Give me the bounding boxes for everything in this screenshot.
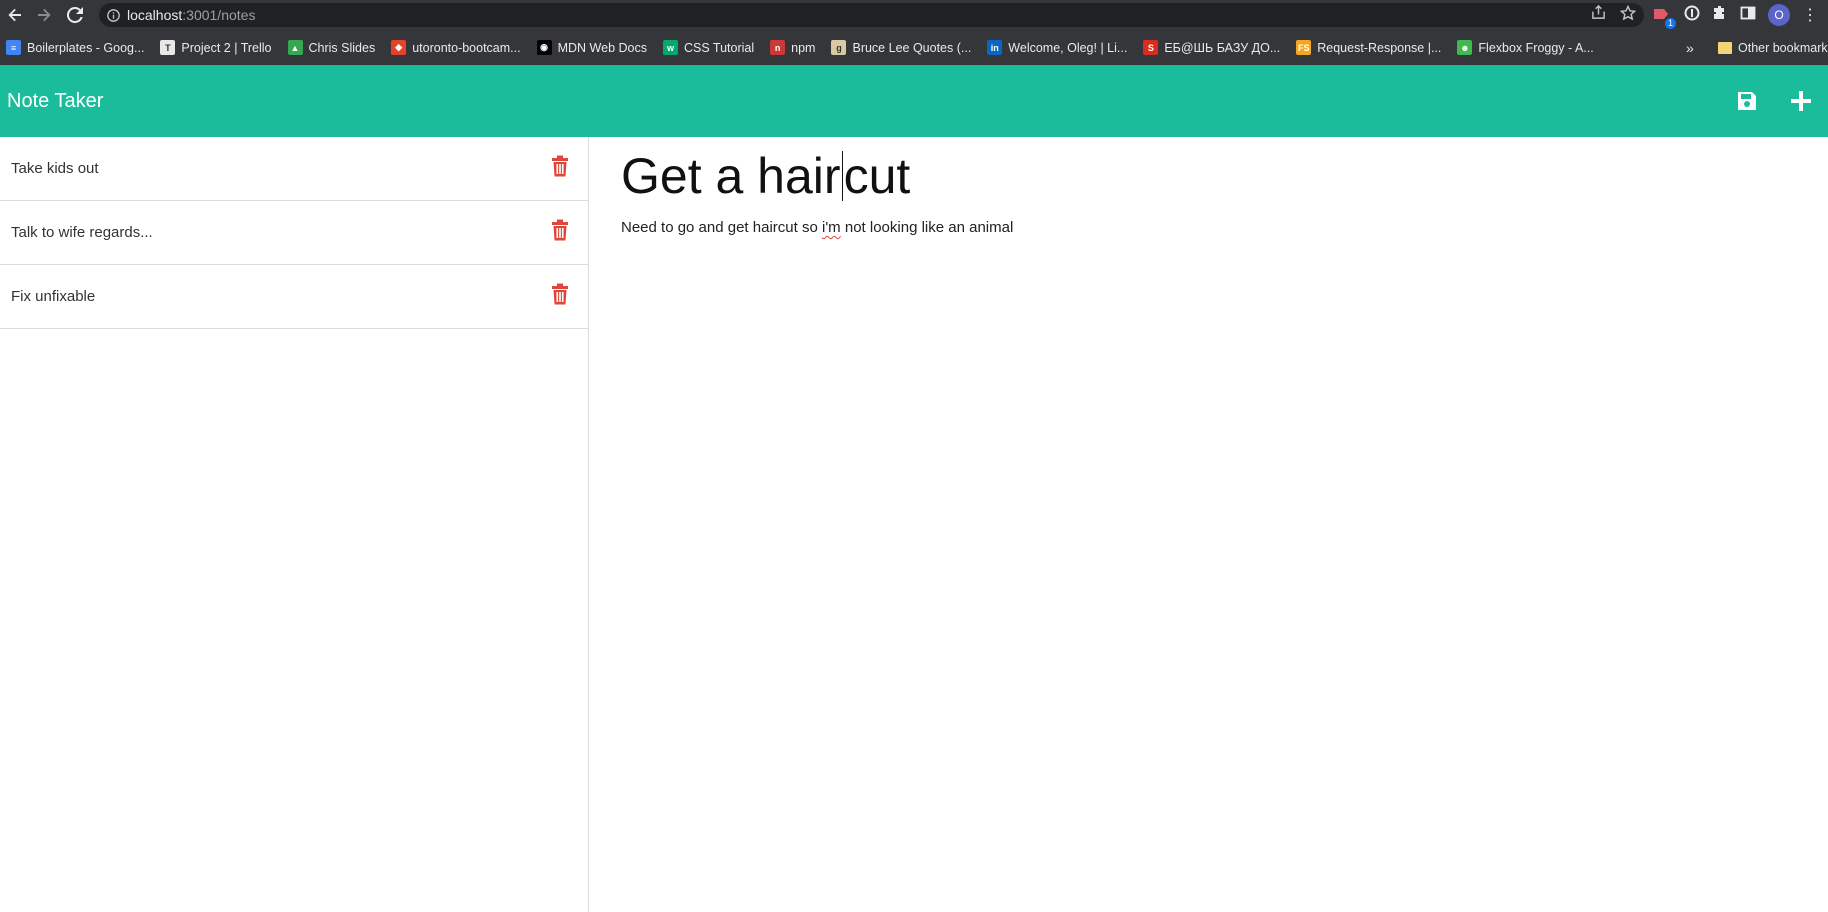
list-item[interactable]: Take kids out: [0, 137, 588, 201]
bookmark-label: Chris Slides: [308, 40, 376, 55]
bookmark-label: Flexbox Froggy - A...: [1478, 40, 1594, 55]
note-title: Fix unfixable: [11, 288, 96, 305]
forward-button[interactable]: [29, 0, 59, 30]
linkedin-icon: in: [987, 40, 1003, 55]
other-bookmarks-label: Other bookmarks: [1738, 40, 1828, 55]
bookmark-item[interactable]: ☻ Flexbox Froggy - A...: [1457, 40, 1594, 55]
bookmark-label: MDN Web Docs: [557, 40, 647, 55]
app-title[interactable]: Note Taker: [7, 90, 103, 113]
note-title-input[interactable]: Get a haircut: [621, 147, 910, 205]
note-text-after: not looking like an animal: [840, 219, 1014, 236]
text-caret: [841, 151, 843, 201]
profile-avatar[interactable]: O: [1768, 4, 1790, 26]
note-title: Talk to wife regards...: [11, 224, 153, 241]
extension-button[interactable]: 1: [1652, 5, 1676, 29]
bookmark-label: Welcome, Oleg! | Li...: [1008, 40, 1128, 55]
title-text-after: cut: [843, 148, 911, 204]
title-text-before: Get a hair: [621, 148, 841, 204]
bookmark-label: Project 2 | Trello: [181, 40, 272, 55]
forward-arrow-icon: [38, 8, 51, 22]
trash-icon[interactable]: [551, 219, 569, 241]
extensions-area: 1 O ⋮: [1652, 0, 1818, 30]
back-arrow-icon: [8, 8, 21, 22]
trello-icon: T: [160, 40, 176, 55]
superman-icon: S: [1143, 40, 1159, 55]
app-header: Note Taker: [0, 65, 1828, 137]
docs-icon: ≡: [6, 40, 21, 55]
url-host: localhost: [127, 7, 183, 23]
adblock-icon[interactable]: [1684, 5, 1700, 26]
address-bar[interactable]: localhost:3001/notes: [99, 3, 1644, 27]
bookmark-item[interactable]: T Project 2 | Trello: [160, 40, 272, 55]
mdn-icon: ◉: [536, 40, 552, 55]
misspelled-word: i'm: [821, 219, 841, 236]
bookmark-item[interactable]: ▲ Chris Slides: [287, 40, 376, 55]
url-text: localhost:3001/notes: [127, 7, 255, 23]
chrome-menu-icon[interactable]: ⋮: [1802, 5, 1818, 25]
site-info-icon[interactable]: [99, 8, 127, 22]
bookmark-label: npm: [791, 40, 816, 55]
npm-icon: n: [770, 40, 786, 55]
bookmark-item[interactable]: FS Request-Response |...: [1296, 40, 1441, 55]
note-editor: Get a haircut Need to go and get haircut…: [590, 137, 1828, 912]
bookmark-label: ЕБ@ШЬ БАЗУ ДО...: [1164, 40, 1281, 55]
other-bookmarks-folder[interactable]: Other bookmarks: [1718, 30, 1828, 65]
note-title: Take kids out: [11, 160, 99, 177]
url-path: :3001/notes: [182, 7, 256, 23]
bookmark-label: Request-Response |...: [1317, 40, 1442, 55]
extension-badge-count: 1: [1664, 18, 1676, 29]
bookmark-item[interactable]: ◆ utoronto-bootcam...: [391, 40, 521, 55]
share-icon[interactable]: [1591, 4, 1606, 25]
bookmark-item[interactable]: in Welcome, Oleg! | Li...: [987, 40, 1127, 55]
trash-icon[interactable]: [551, 283, 569, 305]
bookmark-label: utoronto-bootcam...: [412, 40, 521, 55]
list-item[interactable]: Talk to wife regards...: [0, 201, 588, 265]
goodreads-icon: g: [831, 40, 847, 55]
bookmark-label: Bruce Lee Quotes (...: [852, 40, 972, 55]
reload-button[interactable]: [60, 0, 90, 30]
bookmark-star-icon[interactable]: [1619, 4, 1637, 26]
trash-icon[interactable]: [551, 155, 569, 177]
note-text-before: Need to go and get haircut so: [621, 219, 822, 236]
note-text-area[interactable]: Need to go and get haircut so i'm not lo…: [621, 219, 1013, 236]
bookmark-item[interactable]: g Bruce Lee Quotes (...: [831, 40, 971, 55]
folder-icon: [1718, 41, 1732, 54]
reload-icon: [67, 7, 83, 23]
bookmark-item[interactable]: n npm: [770, 40, 815, 55]
bookmark-label: Boilerplates - Goog...: [27, 40, 145, 55]
browser-toolbar: localhost:3001/notes 1 O ⋮: [0, 0, 1828, 30]
bookmarks-overflow-button[interactable]: »: [1686, 30, 1694, 65]
save-note-button[interactable]: [1720, 65, 1774, 137]
note-list: Take kids out Talk to wife regards... Fi…: [0, 137, 589, 912]
bookmark-item[interactable]: w CSS Tutorial: [662, 40, 755, 55]
drive-icon: ▲: [287, 40, 303, 55]
bookmark-item[interactable]: ◉ MDN Web Docs: [536, 40, 647, 55]
bookmark-item[interactable]: ≡ Boilerplates - Goog...: [6, 40, 144, 55]
w3schools-icon: w: [662, 40, 678, 55]
plus-icon: [1791, 91, 1811, 111]
save-icon: [1738, 92, 1756, 110]
puzzle-extensions-icon[interactable]: [1712, 5, 1728, 26]
fullstack-icon: FS: [1296, 40, 1312, 55]
bookmark-label: CSS Tutorial: [683, 40, 755, 55]
bookmark-item[interactable]: S ЕБ@ШЬ БАЗУ ДО...: [1143, 40, 1280, 55]
list-item[interactable]: Fix unfixable: [0, 265, 588, 329]
new-note-button[interactable]: [1774, 65, 1828, 137]
bookmarks-bar: ≡ Boilerplates - Goog... T Project 2 | Trel…: [0, 30, 1828, 65]
back-button[interactable]: [0, 0, 30, 30]
side-panel-icon[interactable]: [1740, 5, 1756, 26]
frog-icon: ☻: [1457, 40, 1473, 55]
gitlab-icon: ◆: [391, 40, 407, 55]
